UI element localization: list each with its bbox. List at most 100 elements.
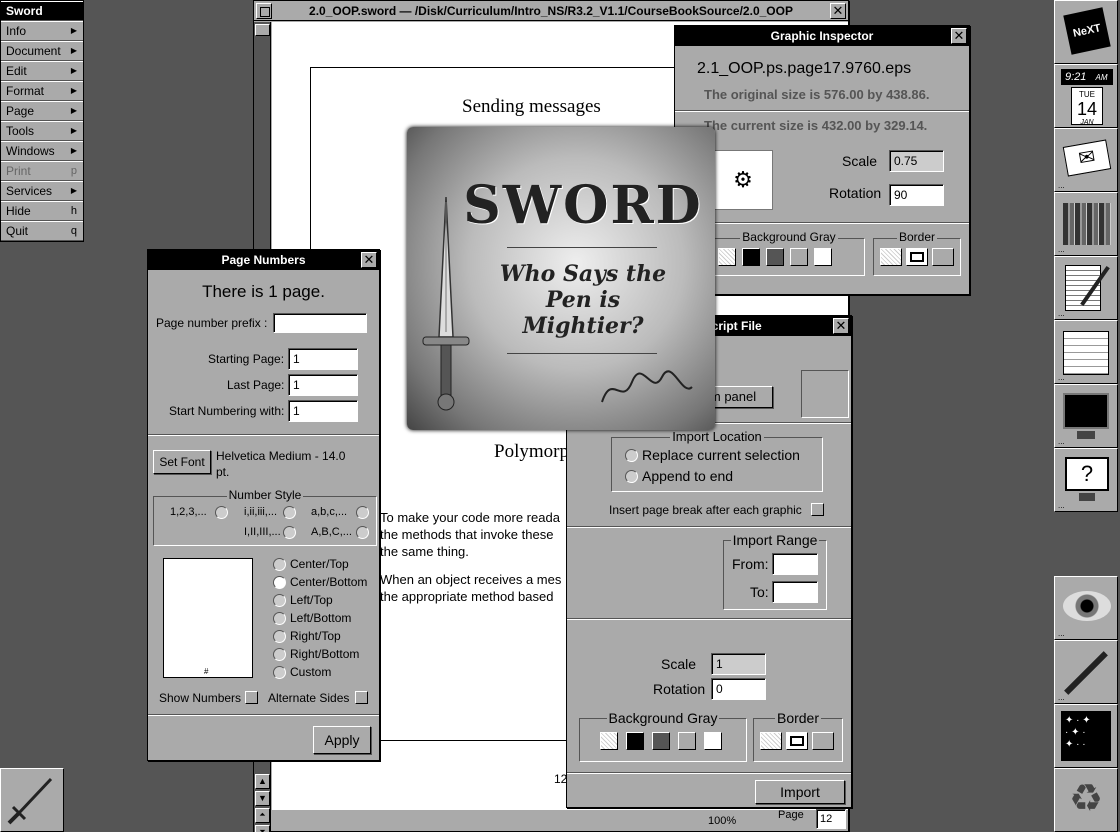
rotation-field[interactable]: 90: [889, 184, 944, 206]
import-button[interactable]: Import: [755, 780, 845, 804]
close-button[interactable]: ✕: [951, 28, 967, 44]
style-upper-alpha-radio[interactable]: [356, 526, 369, 539]
position-left-bottom-radio[interactable]: [273, 612, 286, 625]
border-line[interactable]: [786, 732, 808, 750]
from-field[interactable]: [772, 553, 818, 575]
swatch-dark-gray[interactable]: [652, 732, 670, 750]
start-numbering-field[interactable]: 1: [288, 400, 358, 422]
close-button[interactable]: ✕: [833, 318, 849, 334]
to-field[interactable]: [772, 581, 818, 603]
edit-tile[interactable]: ...: [1054, 256, 1118, 320]
menu-item-info[interactable]: Info ▶: [1, 21, 83, 41]
swatch-light-gray[interactable]: [790, 248, 808, 266]
menu-item-edit[interactable]: Edit ▶: [1, 61, 83, 81]
position-center-bottom-radio[interactable]: [273, 576, 286, 589]
swatch-dark-gray[interactable]: [766, 248, 784, 266]
prefix-field[interactable]: [273, 313, 367, 333]
swatch-black[interactable]: [626, 732, 644, 750]
last-page-field[interactable]: 1: [288, 374, 358, 396]
set-font-button[interactable]: Set Font: [153, 450, 211, 474]
menu-item-document[interactable]: Document ▶: [1, 41, 83, 61]
swatch-clear[interactable]: [718, 248, 736, 266]
page-down-arrow[interactable]: ⏷: [255, 825, 270, 832]
border-none[interactable]: [880, 248, 902, 266]
import-scale-field[interactable]: 1: [711, 653, 766, 675]
swatch-black[interactable]: [742, 248, 760, 266]
menu-item-quit[interactable]: Quit q: [1, 221, 83, 241]
style-lower-roman-radio[interactable]: [283, 506, 296, 519]
position-right-bottom-radio[interactable]: [273, 648, 286, 661]
scroll-knob[interactable]: [255, 24, 270, 36]
swatch-clear[interactable]: [600, 732, 618, 750]
menu-item-page[interactable]: Page ▶: [1, 101, 83, 121]
starting-page-field[interactable]: 1: [288, 348, 358, 370]
position-left-bottom-label: Left/Bottom: [290, 611, 352, 625]
show-numbers-checkbox[interactable]: [245, 691, 258, 704]
tools-tile[interactable]: ...: [1054, 640, 1118, 704]
border-bezel[interactable]: [812, 732, 834, 750]
launch-dots: ...: [1058, 501, 1065, 510]
miniaturize-button[interactable]: [256, 3, 272, 19]
space-tile[interactable]: ✦ · ✦ · ✦ · ✦ · ·: [1054, 704, 1118, 768]
import-range-group: Import Range From: To:: [723, 532, 827, 610]
sword-icon: [7, 777, 53, 825]
help-tile[interactable]: ? ...: [1054, 448, 1118, 512]
page-numbers-title: Page Numbers: [221, 253, 306, 267]
import-background-gray-group: Background Gray: [579, 710, 747, 762]
graphic-inspector-titlebar[interactable]: Graphic Inspector ✕: [675, 26, 969, 46]
menu-item-print[interactable]: Print p: [1, 161, 83, 181]
style-arabic-radio[interactable]: [215, 506, 228, 519]
librarian-tile[interactable]: ...: [1054, 192, 1118, 256]
style-lower-roman-label: i,ii,iii,...: [244, 506, 277, 518]
next-logo-tile[interactable]: NeXT: [1054, 0, 1118, 64]
swatch-light-gray[interactable]: [678, 732, 696, 750]
border-line[interactable]: [906, 248, 928, 266]
apply-button[interactable]: Apply: [313, 726, 371, 754]
scroll-down-arrow[interactable]: ▼: [255, 791, 270, 806]
replace-label: Replace current selection: [642, 447, 800, 463]
recycler-tile[interactable]: ♻: [1054, 768, 1118, 832]
scroll-up-arrow[interactable]: ▲: [255, 774, 270, 789]
sword-app-icon[interactable]: [0, 768, 64, 832]
menu-item-windows[interactable]: Windows ▶: [1, 141, 83, 161]
style-lower-alpha-radio[interactable]: [356, 506, 369, 519]
page-up-arrow[interactable]: ⏶: [255, 808, 270, 823]
replace-radio[interactable]: [625, 449, 638, 462]
document-titlebar[interactable]: 2.0_OOP.sword — /Disk/Curriculum/Intro_N…: [254, 1, 848, 21]
menu-item-tools[interactable]: Tools ▶: [1, 121, 83, 141]
menu-item-format[interactable]: Format ▶: [1, 81, 83, 101]
menu-item-hide[interactable]: Hide h: [1, 201, 83, 221]
swatch-white[interactable]: [814, 248, 832, 266]
mail-tile[interactable]: ✉ ...: [1054, 128, 1118, 192]
submenu-arrow-icon: ▶: [70, 126, 77, 135]
close-button[interactable]: ✕: [830, 3, 846, 19]
border-bezel[interactable]: [932, 248, 954, 266]
style-upper-roman-radio[interactable]: [283, 526, 296, 539]
interface-builder-tile[interactable]: ...: [1054, 320, 1118, 384]
position-left-top-radio[interactable]: [273, 594, 286, 607]
position-custom-radio[interactable]: [273, 666, 286, 679]
preferences-clock-tile[interactable]: 9:21 AM TUE 14 JAN: [1054, 64, 1118, 128]
alternate-sides-checkbox[interactable]: [355, 691, 368, 704]
page-field[interactable]: 12: [816, 809, 846, 829]
swatch-white[interactable]: [704, 732, 722, 750]
import-rotation-field[interactable]: 0: [711, 678, 766, 700]
close-button[interactable]: ✕: [361, 252, 377, 268]
start-numbering-label: Start Numbering with:: [169, 404, 285, 418]
append-radio[interactable]: [625, 470, 638, 483]
scale-field[interactable]: 0.75: [889, 150, 944, 172]
menu-title[interactable]: Sword: [1, 1, 83, 21]
terminal-tile[interactable]: ...: [1054, 384, 1118, 448]
page-numbers-titlebar[interactable]: Page Numbers ✕: [148, 250, 379, 270]
font-description: Helvetica Medium - 14.0 pt.: [216, 448, 345, 480]
splash-title: SWORD: [463, 175, 703, 236]
position-center-top-radio[interactable]: [273, 558, 286, 571]
position-right-top-radio[interactable]: [273, 630, 286, 643]
preview-tile[interactable]: ...: [1054, 576, 1118, 640]
page-break-checkbox[interactable]: [811, 503, 824, 516]
calendar-date: 14: [1076, 99, 1098, 119]
zoom-popup[interactable]: 100%: [704, 811, 774, 831]
menu-item-services[interactable]: Services ▶: [1, 181, 83, 201]
border-none[interactable]: [760, 732, 782, 750]
position-right-top-label: Right/Top: [290, 629, 341, 643]
